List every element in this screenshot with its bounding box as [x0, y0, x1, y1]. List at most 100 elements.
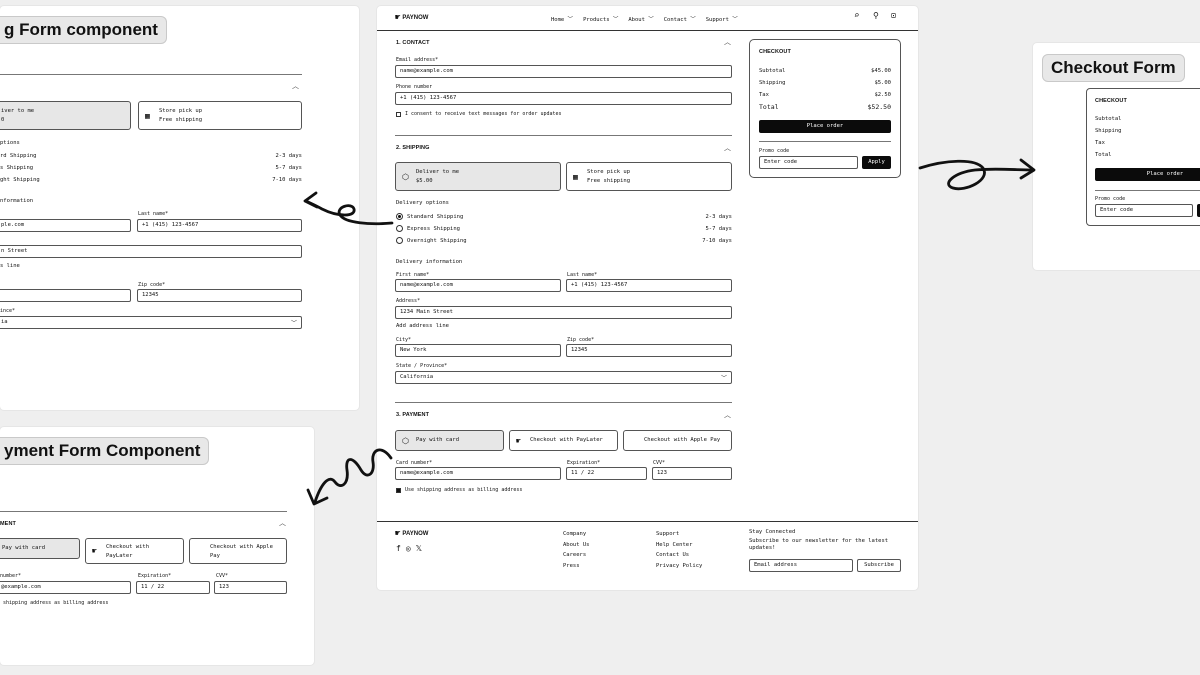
address-label: Address* — [396, 298, 421, 304]
city-input[interactable]: New York — [395, 344, 561, 357]
zip-input[interactable]: 12345 — [137, 289, 302, 302]
deliver-to-me-option[interactable]: ⬡ Deliver to me $5.00 — [395, 162, 561, 191]
expiration-label: Expiration* — [567, 460, 601, 466]
state-label: ince* — [0, 308, 16, 314]
summary-value: $52.50 — [867, 103, 891, 111]
cvv-input[interactable]: 123 — [652, 467, 732, 480]
delivery-option-row[interactable]: ght Shipping 7-10 days — [0, 177, 302, 183]
add-address-line[interactable]: s line — [0, 263, 20, 269]
place-order-button[interactable]: Place order — [1095, 168, 1200, 181]
instagram-icon[interactable]: ◎ — [406, 544, 411, 553]
summary-label: Tax — [1095, 140, 1105, 146]
radio-standard[interactable] — [396, 213, 403, 220]
card-number-label: Card number* — [396, 460, 433, 466]
billing-same-checkbox[interactable] — [396, 488, 401, 493]
nav-contact[interactable]: Contact ﹀ — [664, 15, 696, 23]
delivery-option-row[interactable]: Standard Shipping 2-3 days — [407, 214, 732, 220]
footer-link[interactable]: Support — [656, 529, 702, 540]
first-name-input[interactable]: ple.com — [0, 219, 131, 232]
expiration-input[interactable]: 11 / 22 — [566, 467, 647, 480]
paylater-label: Checkout with PayLater — [530, 437, 603, 443]
footer-link[interactable]: Careers — [563, 550, 590, 561]
footer-link[interactable]: Privacy Policy — [656, 561, 702, 572]
state-select[interactable]: ia — [0, 316, 302, 329]
option-name: rd Shipping — [0, 153, 37, 159]
radio-express[interactable] — [396, 225, 403, 232]
radio-overnight[interactable] — [396, 237, 403, 244]
box-icon: ⬡ — [402, 436, 409, 445]
pay-with-card-option[interactable]: Pay with card — [0, 538, 80, 559]
chevron-up-icon[interactable]: ︿ — [724, 410, 731, 420]
summary-value: $2.50 — [874, 92, 891, 98]
paylater-label: Checkout with PayLater — [106, 544, 150, 559]
first-name-input[interactable]: name@example.com — [395, 279, 561, 292]
card-number-input[interactable]: @example.com — [0, 581, 131, 594]
billing-same-label[interactable]: shipping address as billing address — [3, 600, 108, 606]
add-address-line[interactable]: Add address line — [396, 323, 449, 329]
address-input[interactable]: n Street — [0, 245, 302, 258]
payment-badge: yment Form Component — [0, 437, 210, 465]
subscribe-button[interactable]: Subscribe — [857, 559, 901, 572]
summary-value: $45.00 — [871, 68, 891, 74]
option-name: Overnight Shipping — [407, 238, 467, 244]
delivery-option-row[interactable]: Overnight Shipping 7-10 days — [407, 238, 732, 244]
delivery-option-row[interactable]: Express Shipping 5-7 days — [407, 226, 732, 232]
footer-col-company: Company About Us Careers Press — [563, 529, 590, 571]
city-input[interactable] — [0, 289, 131, 302]
footer-link[interactable]: Help Center — [656, 540, 702, 551]
delivery-option-row[interactable]: s Shipping 5-7 days — [0, 165, 302, 171]
chevron-up-icon[interactable]: ︿ — [279, 518, 286, 528]
newsletter-email-input[interactable]: Email address — [749, 559, 853, 572]
bag-icon[interactable]: ⊡ — [891, 11, 896, 20]
paylater-option[interactable]: ☛ Checkout with PayLater — [85, 538, 184, 564]
footer-link[interactable]: Press — [563, 561, 590, 572]
phone-input[interactable]: +1 (415) 123-4567 — [395, 92, 732, 105]
card-number-input[interactable]: name@example.com — [395, 467, 561, 480]
divider — [0, 74, 302, 75]
deliver-label: Deliver to me — [416, 169, 460, 175]
stay-connected-text: Subscribe to our newsletter for the late… — [749, 538, 889, 551]
facebook-icon[interactable]: f — [396, 544, 401, 553]
x-icon[interactable]: 𝕏 — [416, 544, 422, 553]
chevron-up-icon[interactable]: ︿ — [292, 81, 299, 91]
chevron-up-icon[interactable]: ︿ — [724, 37, 731, 47]
footer-link[interactable]: About Us — [563, 540, 590, 551]
chevron-up-icon[interactable]: ︿ — [724, 143, 731, 153]
address-input[interactable]: 1234 Main Street — [395, 306, 732, 319]
option-name: ght Shipping — [0, 177, 40, 183]
store-pickup-option[interactable]: ▦ Store pick up Free shipping — [138, 101, 302, 130]
pay-with-card-option[interactable]: ⬡ Pay with card — [395, 430, 504, 451]
store-pickup-option[interactable]: ▦ Store pick up Free shipping — [566, 162, 732, 191]
expiration-input[interactable]: 11 / 22 — [136, 581, 210, 594]
paylater-option[interactable]: ☛ Checkout with PayLater — [509, 430, 618, 451]
promo-input[interactable]: Enter code — [759, 156, 858, 169]
brand-logo[interactable]: ☛ PAYNOW — [395, 13, 428, 23]
email-input[interactable]: name@example.com — [395, 65, 732, 78]
footer-link[interactable]: Contact Us — [656, 550, 702, 561]
apple-pay-option[interactable]: Checkout with Apple Pay — [189, 538, 287, 564]
shipping-badge: g Form component — [0, 16, 167, 44]
zip-input[interactable]: 12345 — [566, 344, 732, 357]
nav-home[interactable]: Home ﹀ — [551, 15, 573, 23]
cvv-input[interactable]: 123 — [214, 581, 287, 594]
apply-button[interactable]: Apply — [862, 156, 891, 169]
apple-pay-option[interactable]: Checkout with Apple Pay — [623, 430, 732, 451]
nav-support[interactable]: Support ﹀ — [706, 15, 738, 23]
consent-checkbox[interactable] — [396, 112, 401, 117]
last-name-input[interactable]: +1 (415) 123-4567 — [566, 279, 732, 292]
last-name-input[interactable]: +1 (415) 123-4567 — [137, 219, 302, 232]
delivery-options-label: ptions — [0, 140, 20, 146]
delivery-options-label: Delivery options — [396, 200, 449, 206]
footer-link[interactable]: Company — [563, 529, 590, 540]
divider — [759, 141, 891, 142]
state-select[interactable]: California — [395, 371, 732, 384]
promo-input[interactable]: Enter code — [1095, 204, 1193, 217]
nav-about[interactable]: About ﹀ — [628, 15, 653, 23]
deliver-to-me-option[interactable]: iver to me 0 — [0, 101, 131, 130]
delivery-option-row[interactable]: rd Shipping 2-3 days — [0, 153, 302, 159]
place-order-button[interactable]: Place order — [759, 120, 891, 133]
user-icon[interactable]: ⚲ — [873, 11, 879, 20]
footer-logo[interactable]: ☛ PAYNOW — [395, 529, 428, 539]
search-icon[interactable]: ⌕ — [854, 11, 859, 21]
nav-products[interactable]: Products ﹀ — [583, 15, 618, 23]
